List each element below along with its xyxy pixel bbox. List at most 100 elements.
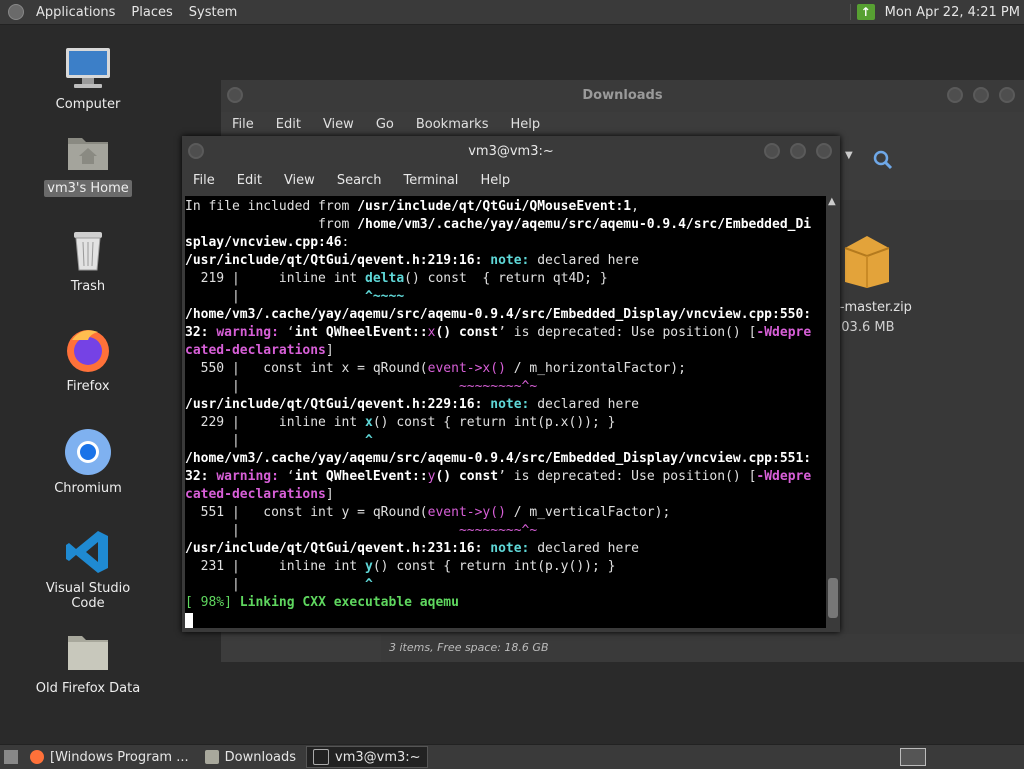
terminal-line: 32: warning: ‘int QWheelEvent::x() const… (185, 325, 812, 340)
chromium-icon (64, 428, 112, 476)
firefox-icon (30, 750, 44, 764)
update-notifier-icon[interactable]: ↑ (856, 4, 875, 20)
desktop-icon-old-firefox-data[interactable]: Old Firefox Data (28, 628, 148, 697)
scrollbar-thumb[interactable] (828, 578, 838, 618)
terminal-cursor (185, 612, 193, 628)
terminal-line: 551 | const int y = qRound(event->y() / … (185, 505, 671, 520)
desktop-icon-label: Computer (55, 97, 121, 112)
terminal-line: /usr/include/qt/QtGui/qevent.h:229:16: n… (185, 397, 639, 412)
menu-system[interactable]: System (181, 5, 245, 20)
vscode-icon (64, 528, 112, 576)
terminal-line: 231 | inline int y() const { return int(… (185, 559, 616, 574)
terminal-line: 550 | const int x = qRound(event->x() / … (185, 361, 686, 376)
taskbar-item-windows-program[interactable]: [Windows Program ... (24, 746, 195, 768)
window-title: Downloads (582, 88, 663, 103)
terminal-scrollbar[interactable]: ▲ (826, 196, 840, 628)
taskbar-item-label: [Windows Program ... (50, 749, 189, 765)
fm-menu-help[interactable]: Help (499, 117, 551, 132)
chevron-down-icon[interactable]: ▼ (845, 150, 853, 161)
window-menu-button[interactable] (227, 87, 243, 103)
desktop-icon-label: Chromium (54, 481, 122, 496)
home-folder-icon (64, 128, 112, 176)
terminal-line: 229 | inline int x() const { return int(… (185, 415, 616, 430)
folder-icon (64, 628, 112, 676)
bottom-taskbar: [Windows Program ... Downloads vm3@vm3:~ (0, 744, 1024, 769)
desktop-icon-chromium[interactable]: Chromium (28, 428, 148, 497)
close-button[interactable] (999, 87, 1015, 103)
terminal-icon (313, 749, 330, 765)
workspace-switcher[interactable] (900, 748, 926, 766)
terminal-line: /home/vm3/.cache/yay/aqemu/src/aqemu-0.9… (185, 451, 812, 466)
terminal-line: from /home/vm3/.cache/yay/aqemu/src/aqem… (185, 217, 812, 232)
fm-menu-file[interactable]: File (221, 117, 265, 132)
term-menu-search[interactable]: Search (326, 173, 393, 188)
term-menu-terminal[interactable]: Terminal (392, 173, 469, 188)
term-menu-help[interactable]: Help (469, 173, 521, 188)
terminal-line: | ^ (185, 577, 373, 592)
desktop-icon-trash[interactable]: Trash (28, 226, 148, 295)
file-name-label[interactable]: s-master.zip (833, 300, 912, 315)
panel-tray: ↑ Mon Apr 22, 4:21 PM (844, 4, 1024, 20)
terminal-window[interactable]: vm3@vm3:~ File Edit View Search Terminal… (182, 136, 840, 632)
terminal-line: /usr/include/qt/QtGui/qevent.h:231:16: n… (185, 541, 639, 556)
desktop-icon-computer[interactable]: Computer (28, 44, 148, 113)
terminal-line: | ^~~~~ (185, 289, 405, 304)
terminal-line: 219 | inline int delta() const { return … (185, 271, 608, 286)
minimize-button[interactable] (764, 143, 780, 159)
terminal-line: [ 98%] Linking CXX executable aqemu (185, 595, 459, 610)
panel-separator (849, 4, 851, 20)
terminal-line: | ~~~~~~~~^~ (185, 379, 538, 394)
scroll-up-icon[interactable]: ▲ (828, 196, 836, 207)
terminal-line: | ^ (185, 433, 373, 448)
terminal-line: /usr/include/qt/QtGui/qevent.h:219:16: n… (185, 253, 639, 268)
terminal-line: cated-declarations] (185, 487, 334, 502)
desktop-icon-label: Old Firefox Data (35, 681, 141, 696)
desktop-icon-label: Firefox (66, 379, 110, 394)
menu-places[interactable]: Places (123, 5, 180, 20)
terminal-output[interactable]: In file included from /usr/include/qt/Qt… (185, 196, 826, 628)
desktop-icon-home[interactable]: vm3's Home (28, 128, 148, 197)
status-bar: 3 items, Free space: 18.6 GB (381, 634, 1024, 662)
terminal-line: splay/vncview.cpp:46: (185, 235, 350, 250)
terminal-line: 32: warning: ‘int QWheelEvent::y() const… (185, 469, 812, 484)
folder-icon (204, 750, 219, 764)
file-manager-titlebar[interactable]: Downloads (221, 80, 1024, 112)
file-manager-menubar: File Edit View Go Bookmarks Help (221, 112, 1024, 136)
fm-menu-bookmarks[interactable]: Bookmarks (405, 117, 500, 132)
close-button[interactable] (816, 143, 832, 159)
firefox-icon (64, 326, 112, 374)
terminal-menubar: File Edit View Search Terminal Help (182, 168, 840, 192)
desktop-icon-label: Trash (70, 279, 106, 294)
term-menu-edit[interactable]: Edit (226, 173, 273, 188)
file-size-label: 103.6 MB (833, 320, 895, 335)
taskbar-item-downloads[interactable]: Downloads (199, 746, 302, 768)
top-panel: Applications Places System ↑ Mon Apr 22,… (0, 0, 1024, 25)
desktop-icon-label: Visual Studio Code (45, 581, 131, 611)
clock[interactable]: Mon Apr 22, 4:21 PM (885, 5, 1020, 20)
distro-logo-icon[interactable] (8, 4, 24, 20)
terminal-titlebar[interactable]: vm3@vm3:~ (182, 136, 840, 168)
window-menu-button[interactable] (188, 143, 204, 159)
fm-menu-edit[interactable]: Edit (265, 117, 312, 132)
terminal-line: In file included from /usr/include/qt/Qt… (185, 199, 639, 214)
archive-file-icon[interactable] (841, 228, 893, 290)
terminal-line: cated-declarations] (185, 343, 334, 358)
term-menu-view[interactable]: View (273, 173, 326, 188)
taskbar-item-label: Downloads (224, 749, 297, 765)
maximize-button[interactable] (790, 143, 806, 159)
trash-icon (64, 226, 112, 274)
taskbar-item-terminal[interactable]: vm3@vm3:~ (306, 746, 428, 768)
minimize-button[interactable] (947, 87, 963, 103)
maximize-button[interactable] (973, 87, 989, 103)
fm-menu-go[interactable]: Go (365, 117, 405, 132)
desktop-icon-firefox[interactable]: Firefox (28, 326, 148, 395)
terminal-line: | ~~~~~~~~^~ (185, 523, 538, 538)
terminal-prompt-line (185, 612, 826, 628)
term-menu-file[interactable]: File (182, 173, 226, 188)
desktop-icon-vscode[interactable]: Visual Studio Code (28, 528, 148, 612)
show-desktop-icon[interactable] (4, 750, 18, 764)
fm-menu-view[interactable]: View (312, 117, 365, 132)
search-icon[interactable] (871, 148, 895, 172)
menu-applications[interactable]: Applications (28, 5, 123, 20)
terminal-line: /home/vm3/.cache/yay/aqemu/src/aqemu-0.9… (185, 307, 812, 322)
